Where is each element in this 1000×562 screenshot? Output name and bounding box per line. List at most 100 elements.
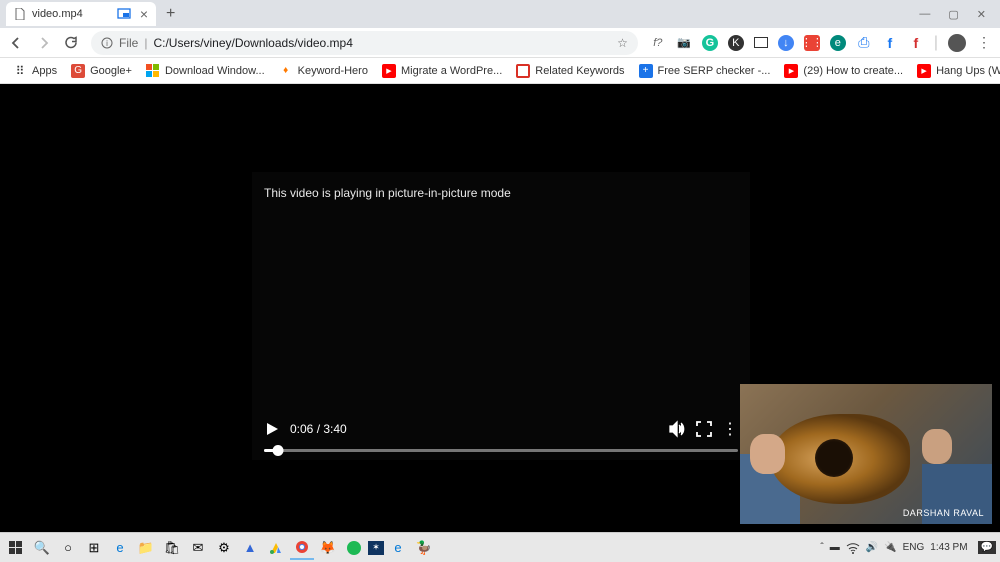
ext-icon-k[interactable]: K [728,35,744,51]
battery-icon[interactable]: ▬ [830,542,840,553]
browser-tab[interactable]: video.mp4 × [6,2,156,26]
play-button[interactable] [264,421,280,437]
grammarly-icon[interactable]: G [702,35,718,51]
omnibox-actions: f? 📷 G K ↓ ⋮⋮ e ⎙ f f | ⋮ [650,34,992,52]
app-icon-2[interactable]: ✶ [368,541,384,555]
progress-thumb[interactable] [273,445,284,456]
volume-tray-icon[interactable]: 🔊 [866,542,878,553]
bookmark-related-keywords[interactable]: Related Keywords [511,64,629,78]
taskbar: 🔍 ○ ⊞ e 📁 🛍 ✉ ⚙ ▲ 🦊 ✶ e 🦆 ˆ ▬ 🔊 🔌 ENG 1:… [0,532,1000,562]
wifi-icon[interactable] [846,542,860,554]
apps-icon: ⠿ [13,64,27,78]
ext-icon-f2[interactable]: f [908,35,924,51]
pip-ext-icon[interactable] [754,37,768,48]
app-icon-1[interactable]: ▲ [238,536,262,560]
language-indicator[interactable]: ENG [903,542,925,553]
tab-title: video.mp4 [32,8,83,20]
url-path: C:/Users/viney/Downloads/video.mp4 [153,36,611,50]
ext-icon-teal[interactable]: e [830,35,846,51]
minimize-button[interactable]: — [919,8,930,21]
forward-button[interactable] [36,35,52,51]
tray-expand-button[interactable]: ˆ [820,542,823,553]
close-window-button[interactable]: ✕ [977,8,986,21]
task-view-button[interactable]: ⊞ [82,536,106,560]
info-icon: i [101,37,113,49]
gplus-icon: G [71,64,85,78]
time-display: 0:06 / 3:40 [290,422,347,436]
bookmark-label: Google+ [90,65,132,77]
edge-legacy-icon[interactable]: e [386,536,410,560]
svg-text:i: i [106,39,108,48]
video-player[interactable]: This video is playing in picture-in-pict… [252,172,750,460]
bookmark-keyword-hero[interactable]: ♦Keyword-Hero [274,64,373,78]
google-ads-icon[interactable] [264,536,288,560]
notifications-button[interactable]: 💬 [978,541,996,554]
file-icon [14,8,26,20]
ext-icon-red[interactable]: ⋮⋮ [804,35,820,51]
bookmark-star-button[interactable]: ☆ [617,36,628,50]
camera-icon[interactable]: 📷 [676,35,692,51]
volume-button[interactable] [668,420,686,438]
clock[interactable]: 1:43 PM [930,542,971,553]
window-controls: — ▢ ✕ [919,8,1000,21]
omnibox-text[interactable]: f? [650,35,666,51]
firefox-icon[interactable]: 🦊 [316,536,340,560]
chrome-menu-button[interactable]: ⋮ [976,35,992,51]
bookmark-googleplus[interactable]: G Google+ [66,64,137,78]
url-box[interactable]: i File | C:/Users/viney/Downloads/video.… [91,31,638,55]
bookmark-label: Migrate a WordPre... [401,65,502,77]
search-button[interactable]: 🔍 [30,536,54,560]
bookmark-label: Related Keywords [535,65,624,77]
settings-icon[interactable]: ⚙ [212,536,236,560]
bookmark-label: Download Window... [165,65,265,77]
new-tab-button[interactable]: + [156,5,185,23]
spotify-icon[interactable] [342,536,366,560]
profile-avatar[interactable] [948,34,966,52]
windows-icon [146,64,160,78]
system-tray: ˆ ▬ 🔊 🔌 ENG 1:43 PM 💬 [820,541,996,554]
bookmark-label: (29) How to create... [803,65,903,77]
tab-bar: video.mp4 × + — ▢ ✕ [0,0,1000,28]
back-button[interactable] [8,35,24,51]
pip-message: This video is playing in picture-in-pict… [252,172,750,214]
pip-window[interactable]: DARSHAN RAVAL [740,384,992,524]
facebook-icon[interactable]: f [882,35,898,51]
mail-icon[interactable]: ✉ [186,536,210,560]
bookmark-apps[interactable]: ⠿ Apps [8,64,62,78]
cortana-button[interactable]: ○ [56,536,80,560]
circle-icon [516,64,530,78]
file-explorer-icon[interactable]: 📁 [134,536,158,560]
bookmark-label: Hang Ups (Want Yo... [936,65,1000,77]
reload-button[interactable] [64,35,79,50]
bookmark-label: Apps [32,65,57,77]
ext-icon-blue[interactable]: ⎙ [856,35,872,51]
bookmark-hangups[interactable]: ▶ Hang Ups (Want Yo... [912,64,1000,78]
youtube-icon: ▶ [784,64,798,78]
bookmark-migrate-wordpress[interactable]: ▶ Migrate a WordPre... [377,64,507,78]
youtube-icon: ▶ [382,64,396,78]
more-options-button[interactable]: ⋮ [722,419,738,439]
chrome-icon[interactable] [290,536,314,560]
bookmark-label: Free SERP checker -... [658,65,771,77]
progress-bar[interactable] [264,449,738,452]
address-bar: i File | C:/Users/viney/Downloads/video.… [0,28,1000,58]
video-controls: 0:06 / 3:40 ⋮ [252,419,750,452]
usb-tray-icon[interactable]: 🔌 [884,542,896,553]
pip-credit: DARSHAN RAVAL [903,508,984,518]
bookmark-download-windows[interactable]: Download Window... [141,64,270,78]
bookmark-how-to-create[interactable]: ▶ (29) How to create... [779,64,908,78]
store-icon[interactable]: 🛍 [160,536,184,560]
start-button[interactable] [4,536,28,560]
edge-icon[interactable]: e [108,536,132,560]
download-icon[interactable]: ↓ [778,35,794,51]
bookmarks-bar: ⠿ Apps G Google+ Download Window... ♦Keywo… [0,58,1000,84]
url-protocol: File [119,36,138,50]
maximize-button[interactable]: ▢ [948,8,958,21]
close-tab-button[interactable]: × [140,6,148,22]
fullscreen-button[interactable] [696,421,712,437]
youtube-icon: ▶ [917,64,931,78]
bookmark-serp-checker[interactable]: + Free SERP checker -... [634,64,776,78]
pip-indicator-icon [117,7,131,21]
app-icon-3[interactable]: 🦆 [412,536,436,560]
plus-icon: + [639,64,653,78]
